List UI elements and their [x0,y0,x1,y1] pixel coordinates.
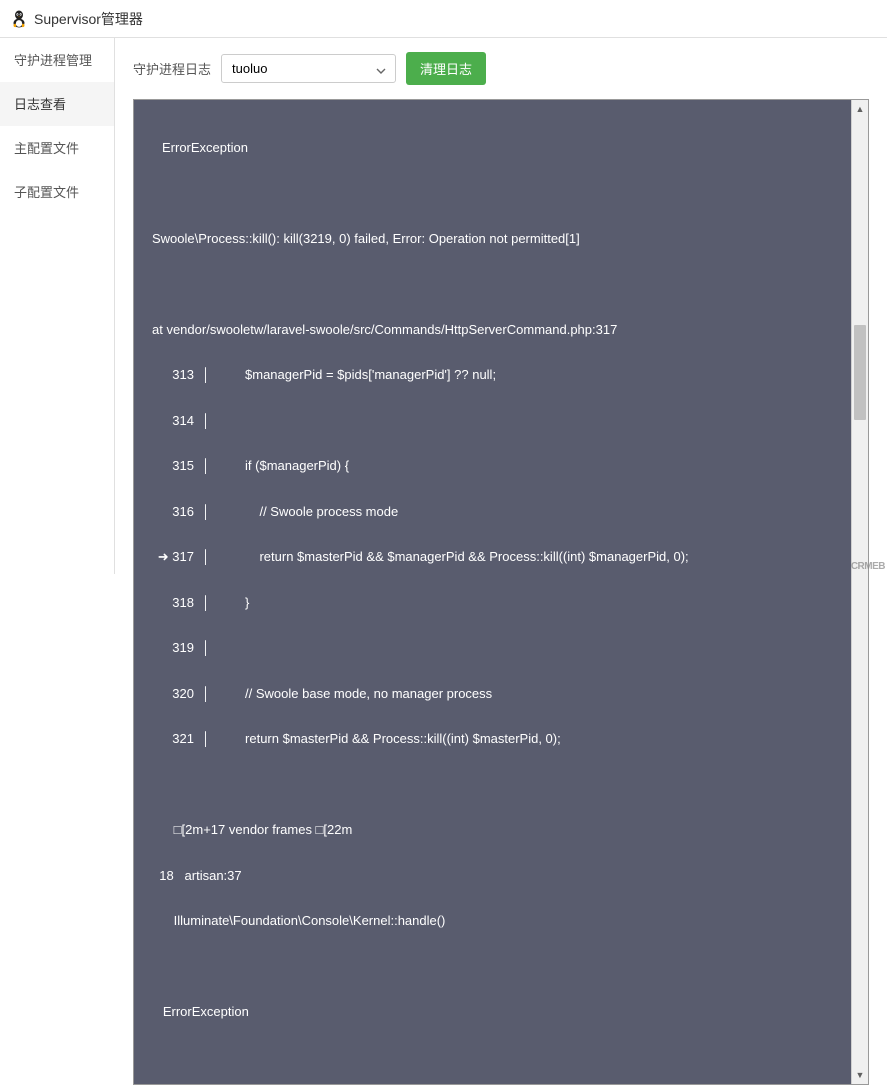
watermark: CRMEB [851,561,885,572]
log-code-line: 320│ // Swoole base mode, no manager pro… [152,683,833,706]
toolbar-label: 守护进程日志 [133,59,211,78]
sidebar-item-process-manage[interactable]: 守护进程管理 [0,38,114,82]
log-stack: 18 artisan:37 [152,865,833,888]
log-code-line: 321│ return $masterPid && Process::kill(… [152,728,833,751]
clear-log-button[interactable]: 清理日志 [406,52,486,85]
log-code-line: ➜ 317│ return $masterPid && $managerPid … [152,546,833,569]
scroll-down-icon[interactable]: ▼ [852,1067,868,1084]
log-code-line: 313│ $managerPid = $pids['managerPid'] ?… [152,364,833,387]
log-exception: ErrorException [152,137,833,160]
log-frames: □[2m+17 vendor frames □[22m [152,819,833,842]
log-code-line: 319│ [152,637,833,660]
log-at: at vendor/swooletw/laravel-swoole/src/Co… [152,319,833,342]
main-panel: 守护进程日志 tuoluo 清理日志 ErrorException Swoole… [115,38,887,574]
log-output[interactable]: ErrorException Swoole\Process::kill(): k… [134,100,851,1084]
sidebar-item-log-view[interactable]: 日志查看 [0,82,114,126]
process-select-wrap: tuoluo [221,54,396,83]
app-header: Supervisor管理器 [0,0,887,38]
scroll-up-icon[interactable]: ▲ [852,100,868,117]
log-exception-repeat: ErrorException [152,1001,833,1024]
tux-icon [10,10,28,28]
log-frame: ErrorException Swoole\Process::kill(): k… [133,99,869,1085]
vertical-scrollbar[interactable]: ▲ ▼ [851,100,868,1084]
log-message: Swoole\Process::kill(): kill(3219, 0) fa… [152,228,833,251]
sidebar: 守护进程管理 日志查看 主配置文件 子配置文件 [0,38,115,574]
toolbar: 守护进程日志 tuoluo 清理日志 [133,52,869,85]
sidebar-item-sub-config[interactable]: 子配置文件 [0,170,114,214]
log-code-line: 318│ } [152,592,833,615]
process-select[interactable]: tuoluo [221,54,396,83]
log-handle: Illuminate\Foundation\Console\Kernel::ha… [152,910,833,933]
log-code-line: 314│ [152,410,833,433]
log-code-line: 315│ if ($managerPid) { [152,455,833,478]
log-code-line: 316│ // Swoole process mode [152,501,833,524]
app-title: Supervisor管理器 [34,9,143,29]
scrollbar-thumb[interactable] [854,325,866,420]
main-container: 守护进程管理 日志查看 主配置文件 子配置文件 守护进程日志 tuoluo 清理… [0,38,887,574]
sidebar-item-main-config[interactable]: 主配置文件 [0,126,114,170]
